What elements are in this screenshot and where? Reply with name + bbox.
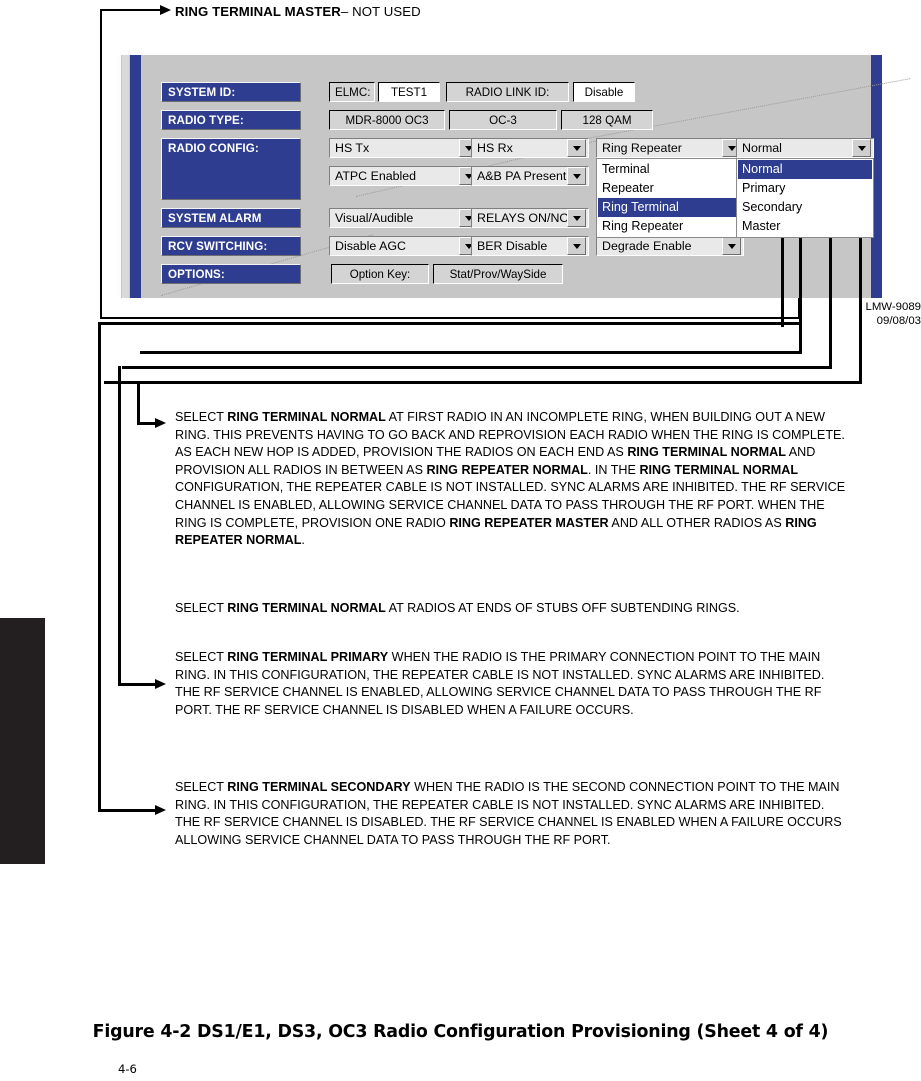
combo-hs-tx-value: HS Tx [335,141,370,155]
combo-ring-config[interactable]: Ring Repeater [596,138,744,158]
chevron-down-icon[interactable] [567,209,586,227]
combo-agc[interactable]: Disable AGC [329,236,481,256]
radio-configuration-dialog[interactable]: SYSTEM ID: ELMC: TEST1 RADIO LINK ID: Di… [117,55,911,298]
chevron-down-icon[interactable] [567,237,586,255]
header-callout-label: RING TERMINAL MASTER – NOT USED [175,0,775,22]
field-elmc-value[interactable]: TEST1 [378,82,440,102]
chevron-down-icon[interactable] [722,237,741,255]
callout-primary-arrow-line [118,683,158,686]
combo-hs-tx[interactable]: HS Tx [329,138,481,158]
dialog-content-area: SYSTEM ID: ELMC: TEST1 RADIO LINK ID: Di… [141,55,911,298]
dialog-edge-white [117,55,121,298]
paragraph-ring-terminal-normal: SELECT RING TERMINAL NORMAL AT FIRST RAD… [175,410,846,548]
combo-pa-present[interactable]: A&B PA Present [471,166,589,186]
combo-ring-mode-value: Normal [742,141,782,155]
combo-system-alarm-mode-value: Visual/Audible [335,211,414,225]
paragraph-ring-terminal-stubs: SELECT RING TERMINAL NORMAL AT RADIOS AT… [175,601,740,615]
dialog-scrollbar-track[interactable] [122,55,129,298]
callout-secondary-left [98,322,101,812]
callout-primary-left [118,366,121,686]
document-id-number: LMW-9089 [865,301,921,313]
field-radio-link-id-value[interactable]: Disable [573,82,635,102]
combo-ber-value: BER Disable [477,239,548,253]
dropdown-item-primary[interactable]: Primary [738,179,872,198]
dropdown-ring-config-open[interactable]: Terminal Repeater Ring Terminal Ring Rep… [596,158,744,238]
callout-secondary-top [98,322,802,325]
chevron-down-icon[interactable] [567,167,586,185]
combo-relays[interactable]: RELAYS ON/NO [471,208,589,228]
combo-hs-rx-value: HS Rx [477,141,513,155]
label-rcv-switching: RCV SWITCHING: [161,236,301,256]
field-elmc-label: ELMC: [329,82,375,102]
field-radio-link-id-label: RADIO LINK ID: [446,82,569,102]
label-options: OPTIONS: [161,264,301,284]
field-radio-model: MDR-8000 OC3 [329,110,445,130]
callout-secondary-arrowhead [155,805,166,815]
document-id-block: LMW-9089 09/08/03 [831,300,921,328]
section-thumb-tab [0,618,45,864]
dropdown-item-secondary[interactable]: Secondary [738,198,872,217]
combo-pa-present-value: A&B PA Present [477,169,567,183]
dropdown-item-ring-terminal[interactable]: Ring Terminal [598,198,742,217]
dropdown-ring-mode-open[interactable]: Normal Primary Secondary Master [736,158,874,238]
dropdown-item-normal[interactable]: Normal [738,160,872,179]
leader-master-vertical [781,227,784,327]
header-leader-horizontal [100,9,162,11]
dropdown-item-repeater[interactable]: Repeater [598,179,742,198]
page-number: 4-6 [118,1062,137,1076]
combo-relays-value: RELAYS ON/NO [477,211,567,225]
header-leader-bottom [100,317,800,319]
label-system-id: SYSTEM ID: [161,82,301,102]
callout-normal-left [137,381,140,425]
chevron-down-icon[interactable] [852,139,871,157]
dropdown-item-master[interactable]: Master [738,217,872,236]
callout-secondary-arrow-line [98,809,158,812]
combo-atpc[interactable]: ATPC Enabled [329,166,481,186]
field-option-key-value: Stat/Prov/WaySide [433,264,563,284]
label-radio-config: RADIO CONFIG: [161,138,301,200]
field-radio-modulation: 128 QAM [561,110,653,130]
combo-ber[interactable]: BER Disable [471,236,589,256]
label-system-alarm: SYSTEM ALARM [161,208,301,228]
callout-primary-arrowhead [155,679,166,689]
dropdown-item-terminal[interactable]: Terminal [598,160,742,179]
combo-hs-rx[interactable]: HS Rx [471,138,589,158]
label-radio-type: RADIO TYPE: [161,110,301,130]
header-leader-arrowhead [160,5,171,15]
callout-normal-arrowhead [155,418,166,428]
leader-normal-bottom [104,381,862,384]
field-radio-rate: OC-3 [449,110,557,130]
combo-atpc-value: ATPC Enabled [335,169,417,183]
figure-caption: Figure 4-2 DS1/E1, DS3, OC3 Radio Config… [92,1022,829,1042]
combo-degrade-value: Degrade Enable [602,239,692,253]
combo-system-alarm-mode[interactable]: Visual/Audible [329,208,481,228]
chevron-down-icon[interactable] [567,139,586,157]
header-callout-regular: – NOT USED [340,3,421,19]
leader-secondary-bottom [140,351,802,354]
leader-primary-bottom [122,366,832,369]
combo-ring-mode[interactable]: Normal [736,138,874,158]
dropdown-item-ring-repeater[interactable]: Ring Repeater [598,217,742,236]
combo-ring-config-value: Ring Repeater [602,141,682,155]
paragraph-ring-terminal-primary: SELECT RING TERMINAL PRIMARY WHEN THE RA… [175,650,825,717]
field-option-key-label: Option Key: [331,264,429,284]
header-callout-bold: RING TERMINAL MASTER [175,3,341,19]
dialog-accent-bar-left [130,55,141,298]
combo-agc-value: Disable AGC [335,239,406,253]
header-leader-vertical [100,9,102,319]
document-id-date: 09/08/03 [876,315,921,327]
combo-degrade[interactable]: Degrade Enable [596,236,744,256]
paragraph-ring-terminal-secondary: SELECT RING TERMINAL SECONDARY WHEN THE … [175,780,842,847]
